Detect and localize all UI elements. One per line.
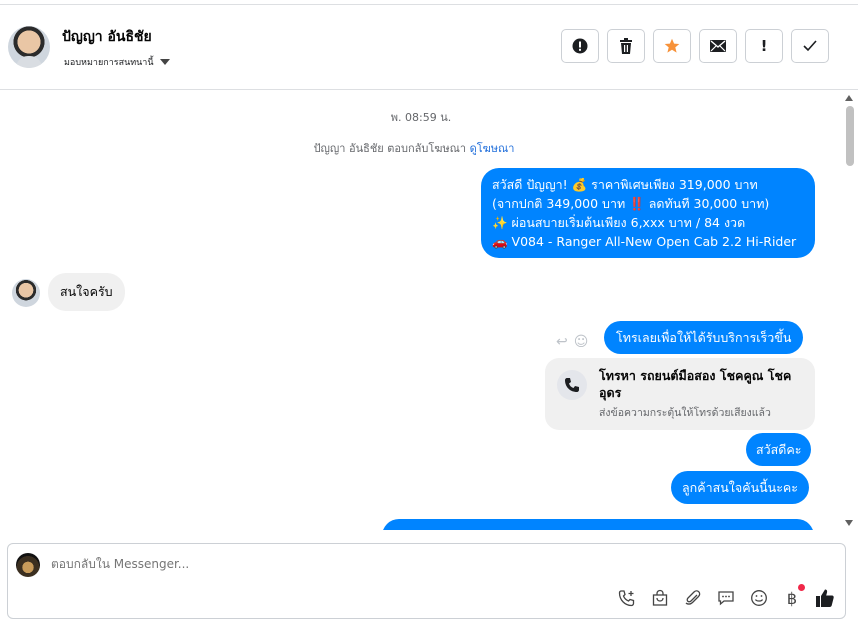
- scroll-up-arrow[interactable]: [845, 95, 853, 101]
- assign-label: มอบหมายการสนทนานี้: [64, 58, 154, 68]
- promo-message-bubble[interactable]: สวัสดี ปัญญา! 💰 ราคาพิเศษเพียง 319,000 บ…: [481, 168, 815, 258]
- contact-avatar[interactable]: [8, 26, 50, 68]
- call-add-icon[interactable]: [617, 588, 637, 608]
- emoji-icon[interactable]: [749, 588, 769, 608]
- paperclip-icon[interactable]: [683, 588, 703, 608]
- page-avatar: [16, 553, 40, 577]
- promo-line: (จากปกติ 349,000 บาท ‼️ ลดทันที 30,000 บ…: [492, 196, 770, 211]
- message-composer: ฿: [7, 543, 846, 619]
- react-emoji-icon[interactable]: ☺: [574, 334, 589, 350]
- mark-spam-button[interactable]: [561, 29, 599, 63]
- ad-reply-notice: ปัญญา อันธิชัย ตอบกลับโฆษณา ดูโฆษณา: [0, 139, 828, 157]
- view-ad-link[interactable]: ดูโฆษณา: [470, 142, 515, 155]
- ad-reply-text: ปัญญา อันธิชัย ตอบกลับโฆษณา: [313, 142, 467, 155]
- delete-button[interactable]: [607, 29, 645, 63]
- composer-toolbar: ฿: [617, 584, 835, 608]
- partial-message-bubble[interactable]: [382, 519, 814, 530]
- reply-icon[interactable]: ↩: [556, 334, 568, 350]
- message-hover-tools: ↩ ☺: [556, 334, 588, 350]
- check-icon: [803, 40, 817, 52]
- star-icon: [664, 38, 680, 53]
- call-request-card[interactable]: โทรหา รถยนต์มือสอง โชคคูณ โชค อุดร ส่งข้…: [545, 358, 815, 430]
- shopping-bag-icon[interactable]: [650, 588, 670, 608]
- promo-line: 🚗 V084 - Ranger All-New Open Cab 2.2 Hi-…: [492, 234, 797, 249]
- top-divider: [0, 0, 858, 5]
- contact-avatar-small[interactable]: [12, 279, 40, 307]
- alert-circle-icon: [572, 38, 588, 54]
- promo-line: ✨ ผ่อนสบายเริ่มต้นเพียง 6,xxx บาท / 84 ง…: [492, 215, 746, 230]
- like-icon[interactable]: [815, 588, 835, 608]
- mark-done-button[interactable]: [791, 29, 829, 63]
- caret-down-icon: [159, 59, 170, 65]
- follow-up-button[interactable]: !: [745, 29, 783, 63]
- message-thread[interactable]: พ. 08:59 น. ปัญญา อันธิชัย ตอบกลับโฆษณา …: [0, 91, 842, 530]
- assign-conversation-dropdown[interactable]: มอบหมายการสนทนานี้: [64, 55, 170, 69]
- notification-dot: [798, 584, 805, 591]
- contact-name[interactable]: ปัญญา อันธิชัย: [62, 26, 152, 48]
- exclamation-icon: !: [760, 37, 768, 55]
- envelope-icon: [710, 40, 726, 52]
- incoming-message-bubble[interactable]: สนใจครับ: [48, 273, 125, 311]
- phone-icon: [557, 370, 587, 400]
- message-timestamp: พ. 08:59 น.: [390, 111, 452, 124]
- trash-icon: [620, 38, 632, 54]
- interest-message-bubble[interactable]: ลูกค้าสนใจคันนี้นะคะ: [671, 471, 809, 504]
- mark-unread-button[interactable]: [699, 29, 737, 63]
- call-card-subtitle: ส่งข้อความกระตุ้นให้โทรด้วยเสียงแล้ว: [599, 407, 771, 419]
- reply-input[interactable]: [51, 557, 611, 571]
- call-card-title: โทรหา รถยนต์มือสอง โชคคูณ โชค อุดร: [599, 368, 792, 400]
- conversation-header: ปัญญา อันธิชัย มอบหมายการสนทนานี้ !: [0, 6, 858, 90]
- header-actions: !: [561, 29, 829, 63]
- messenger-conversation: ปัญญา อันธิชัย มอบหมายการสนทนานี้ ! พ. 0…: [0, 0, 865, 625]
- saved-reply-icon[interactable]: [716, 588, 736, 608]
- baht-icon[interactable]: ฿: [782, 584, 805, 608]
- hello-message-bubble[interactable]: สวัสดีคะ: [746, 433, 812, 466]
- star-button[interactable]: [653, 29, 691, 63]
- scrollbar-thumb[interactable]: [846, 106, 854, 166]
- call-prompt-message-bubble[interactable]: โทรเลยเพื่อให้ได้รับบริการเร็วขึ้น: [604, 321, 804, 354]
- scroll-down-arrow[interactable]: [845, 520, 853, 526]
- promo-line: สวัสดี ปัญญา! 💰 ราคาพิเศษเพียง 319,000 บ…: [492, 177, 758, 192]
